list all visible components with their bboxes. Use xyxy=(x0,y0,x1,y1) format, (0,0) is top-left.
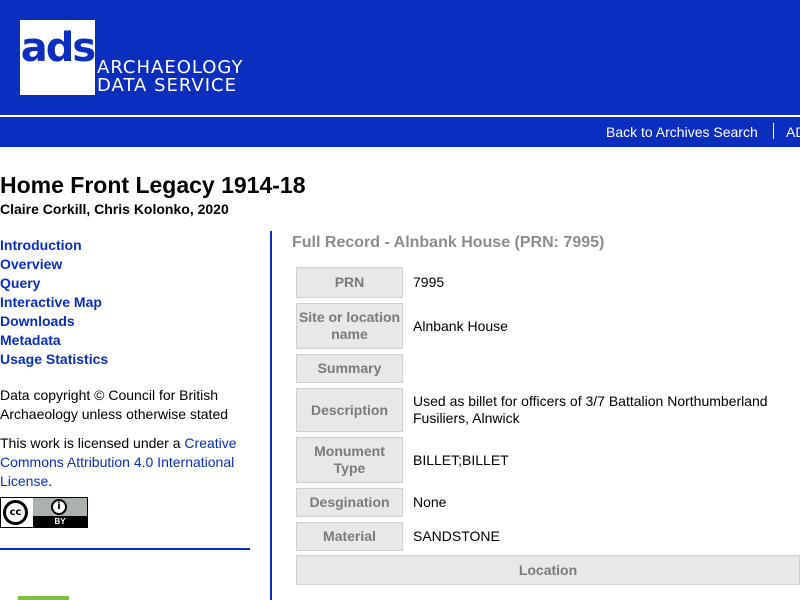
ads-logo[interactable]: ads xyxy=(20,20,96,95)
green-accent-bar xyxy=(18,596,69,600)
nav-separator xyxy=(773,123,774,139)
license-suffix: . xyxy=(48,473,53,489)
license-notice: This work is licensed under a Creative C… xyxy=(0,434,250,491)
sidebar-item-metadata[interactable]: Metadata xyxy=(0,331,250,350)
page-title: Home Front Legacy 1914-18 xyxy=(0,172,306,198)
sidebar: Introduction Overview Query Interactive … xyxy=(0,236,250,528)
row-label: Description xyxy=(296,388,403,432)
row-value: BILLET;BILLET xyxy=(413,451,509,468)
sidebar-item-overview[interactable]: Overview xyxy=(0,255,250,274)
row-label: Site or location name xyxy=(296,303,403,349)
attribution-person-icon: i xyxy=(51,499,67,515)
cc-badge-left: cc xyxy=(1,498,33,527)
cc-by-label: BY xyxy=(54,517,66,526)
row-label: Material xyxy=(296,522,403,551)
top-nav-bar: Back to Archives Search AD xyxy=(0,117,800,147)
row-value: None xyxy=(413,494,447,510)
row-value: 7995 xyxy=(413,274,445,290)
row-value xyxy=(413,354,800,383)
copyright-notice: Data copyright © Council for British Arc… xyxy=(0,387,229,422)
license-prefix: This work is licensed under a xyxy=(0,435,185,451)
back-to-archives-search-link[interactable]: Back to Archives Search xyxy=(606,124,758,140)
logo-letters: ads xyxy=(20,25,96,71)
record-title: Full Record - Alnbank House (PRN: 7995) xyxy=(292,234,605,251)
row-label: Desgination xyxy=(296,488,403,517)
row-value: SANDSTONE xyxy=(413,528,500,544)
row-label: Summary xyxy=(296,354,403,383)
logo-wordmark[interactable]: ARCHAEOLOGY DATA SERVICE xyxy=(97,59,243,95)
sidebar-divider xyxy=(0,548,250,550)
row-label: Monument Type xyxy=(296,437,403,483)
logo-line-2: DATA SERVICE xyxy=(97,75,237,96)
site-header: ads ARCHAEOLOGY DATA SERVICE xyxy=(0,0,800,115)
sidebar-item-introduction[interactable]: Introduction xyxy=(0,236,250,255)
content-vertical-divider xyxy=(270,231,272,600)
cc-icon: cc xyxy=(3,500,28,525)
row-value: Alnbank House xyxy=(413,317,508,334)
location-section-header: Location xyxy=(296,555,800,585)
sidebar-item-query[interactable]: Query xyxy=(0,274,250,293)
row-label: PRN xyxy=(296,267,403,298)
row-value: Used as billet for officers of 3/7 Batta… xyxy=(413,393,768,426)
page-authors: Claire Corkill, Chris Kolonko, 2020 xyxy=(0,201,229,217)
sidebar-item-interactive-map[interactable]: Interactive Map xyxy=(0,293,250,312)
sidebar-item-usage-statistics[interactable]: Usage Statistics xyxy=(0,350,250,369)
sidebar-item-downloads[interactable]: Downloads xyxy=(0,312,250,331)
ads-home-link[interactable]: AD xyxy=(786,124,800,140)
cc-by-badge[interactable]: cc i BY xyxy=(0,497,88,528)
